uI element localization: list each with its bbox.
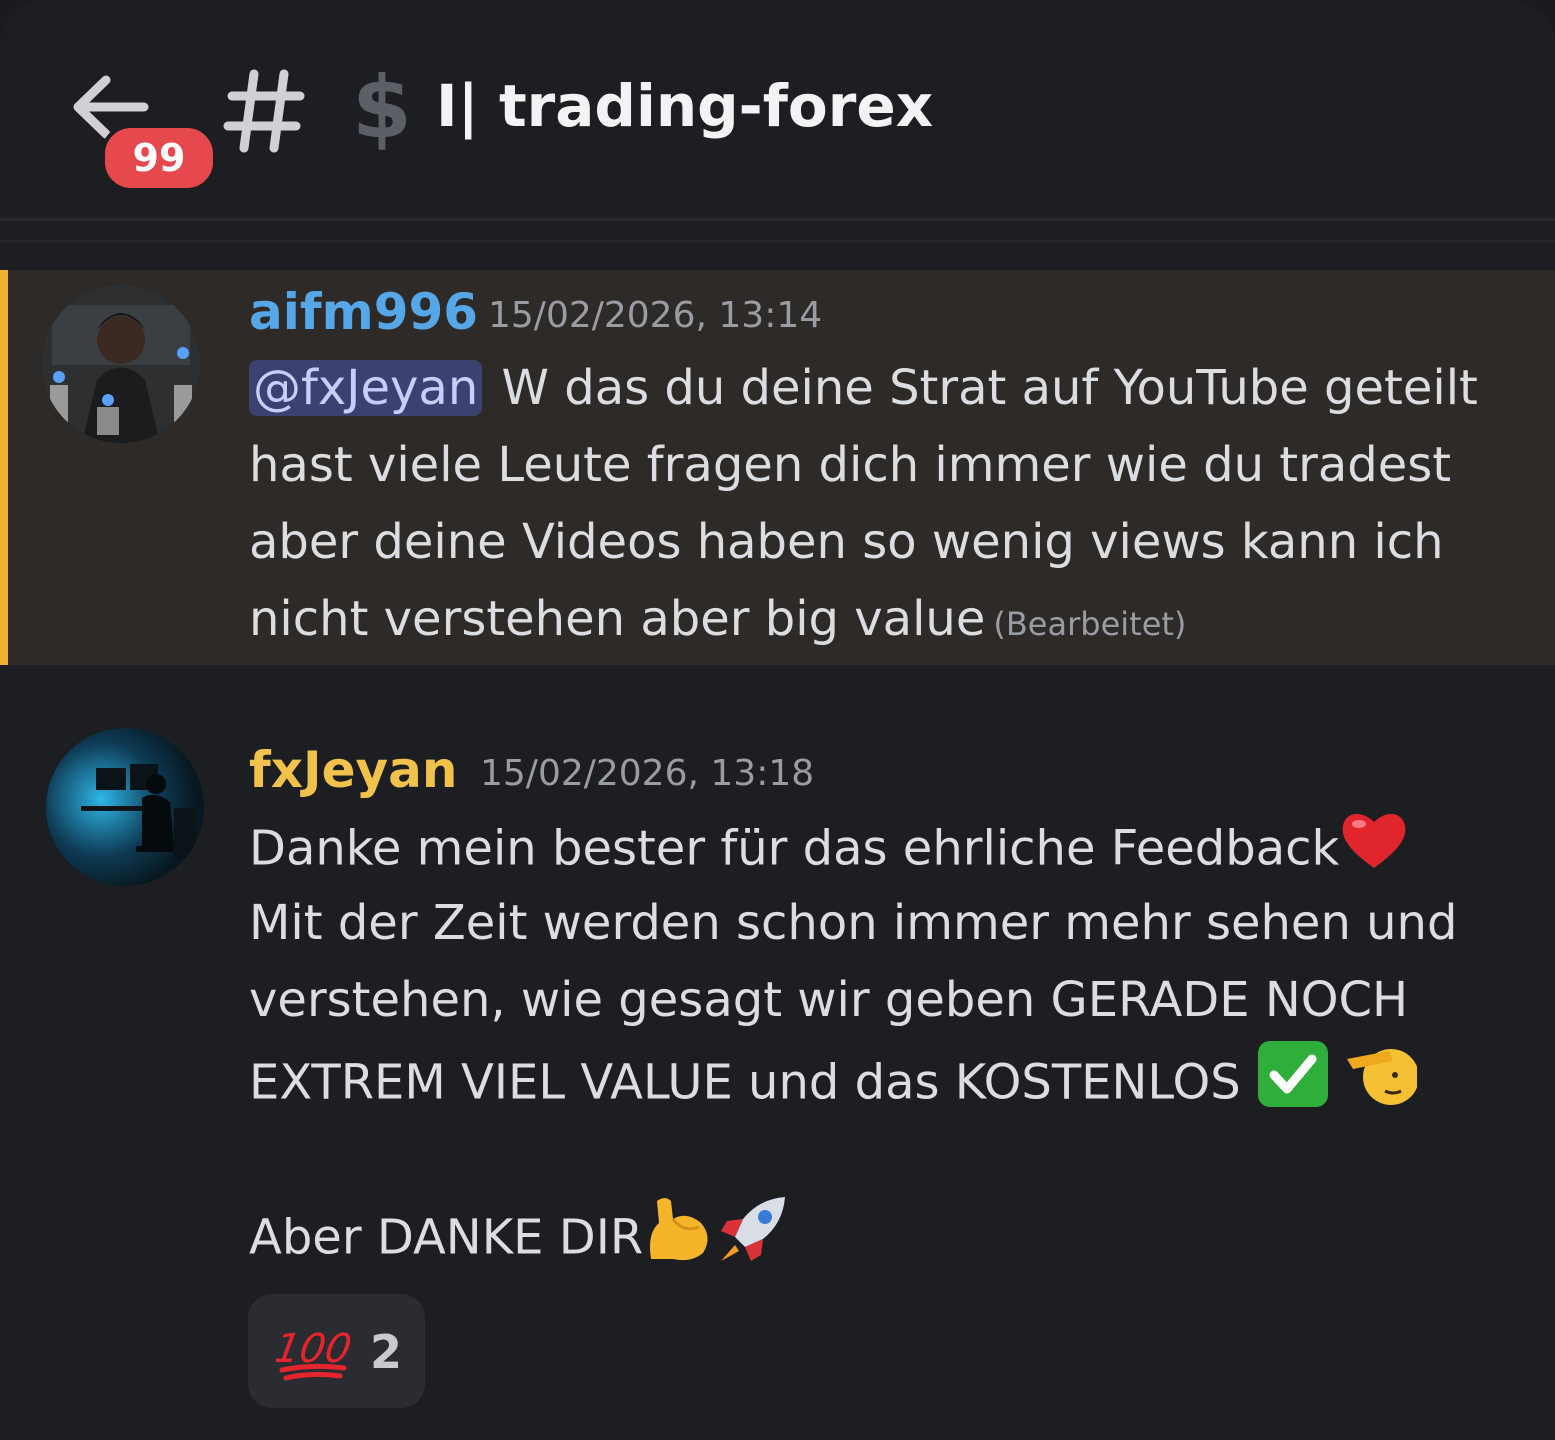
red-heart-icon (1339, 808, 1409, 895)
message-author[interactable]: aifm996 (249, 282, 478, 342)
edited-label: (Bearbeitet) (993, 605, 1187, 643)
user-mention[interactable]: @fxJeyan (249, 360, 483, 416)
message-text: Danke mein bester für das ehrliche Feedb… (249, 820, 1340, 877)
channel-header: 99 $ I| trading-forex (0, 0, 1555, 221)
message-line: Danke mein bester für das ehrliche Feedb… (249, 808, 1534, 885)
message-line: EXTREM VIEL VALUE und das KOSTENLOS (249, 1039, 1534, 1116)
message-line: Aber DANKE DIR (249, 1193, 1534, 1270)
message-text: nicht verstehen aber big value (249, 591, 986, 647)
message-line: @fxJeyan W das du deine Strat auf YouTub… (249, 350, 1534, 427)
avatar[interactable] (42, 285, 200, 443)
flexed-biceps-icon (643, 1193, 715, 1288)
channel-view: 99 $ I| trading-forex aifm996 15/02/2026… (0, 0, 1555, 1440)
message-line: hast viele Leute fragen dich immer wie d… (249, 437, 1452, 493)
message-text: W das du deine Strat auf YouTube geteilt (501, 360, 1478, 416)
hundred-points-icon: 100 (270, 1318, 355, 1384)
discord-app: 99 $ I| trading-forex aifm996 15/02/2026… (0, 0, 1555, 1440)
reaction-button[interactable]: 100 2 (248, 1294, 425, 1408)
desk-silhouette-avatar-icon (46, 728, 204, 886)
header-divider (0, 240, 1555, 243)
message-text: Aber DANKE DIR (249, 1209, 644, 1266)
message-line (249, 1116, 1534, 1193)
message-line: nicht verstehen aber big value (Bearbeite… (249, 581, 1534, 658)
message-line: aber deine Videos haben so wenig views k… (249, 514, 1444, 570)
message-author[interactable]: fxJeyan (249, 740, 457, 800)
dark-character-avatar-icon (42, 285, 200, 443)
message-timestamp: 15/02/2026, 13:18 (480, 753, 815, 794)
avatar[interactable] (46, 728, 204, 886)
rocket-icon (715, 1193, 791, 1288)
channel-title: I| trading-forex (436, 72, 934, 140)
unread-badge: 99 (101, 124, 217, 192)
message-text: EXTREM VIEL VALUE und das KOSTENLOS (249, 1054, 1241, 1111)
saluting-face-icon (1345, 1039, 1420, 1132)
message-line: verstehen, wie gesagt wir geben GERADE N… (249, 972, 1409, 1028)
check-mark-button-icon (1256, 1039, 1330, 1132)
message-content: Danke mein bester für das ehrliche Feedb… (249, 808, 1534, 1270)
message-line: Mit der Zeit werden schon immer mehr seh… (249, 895, 1458, 951)
hash-icon (222, 60, 306, 160)
reaction-count: 2 (370, 1325, 403, 1379)
message-content: @fxJeyan W das du deine Strat auf YouTub… (249, 350, 1534, 658)
message-timestamp: 15/02/2026, 13:14 (488, 295, 823, 336)
dollar-icon: $ (352, 58, 412, 158)
